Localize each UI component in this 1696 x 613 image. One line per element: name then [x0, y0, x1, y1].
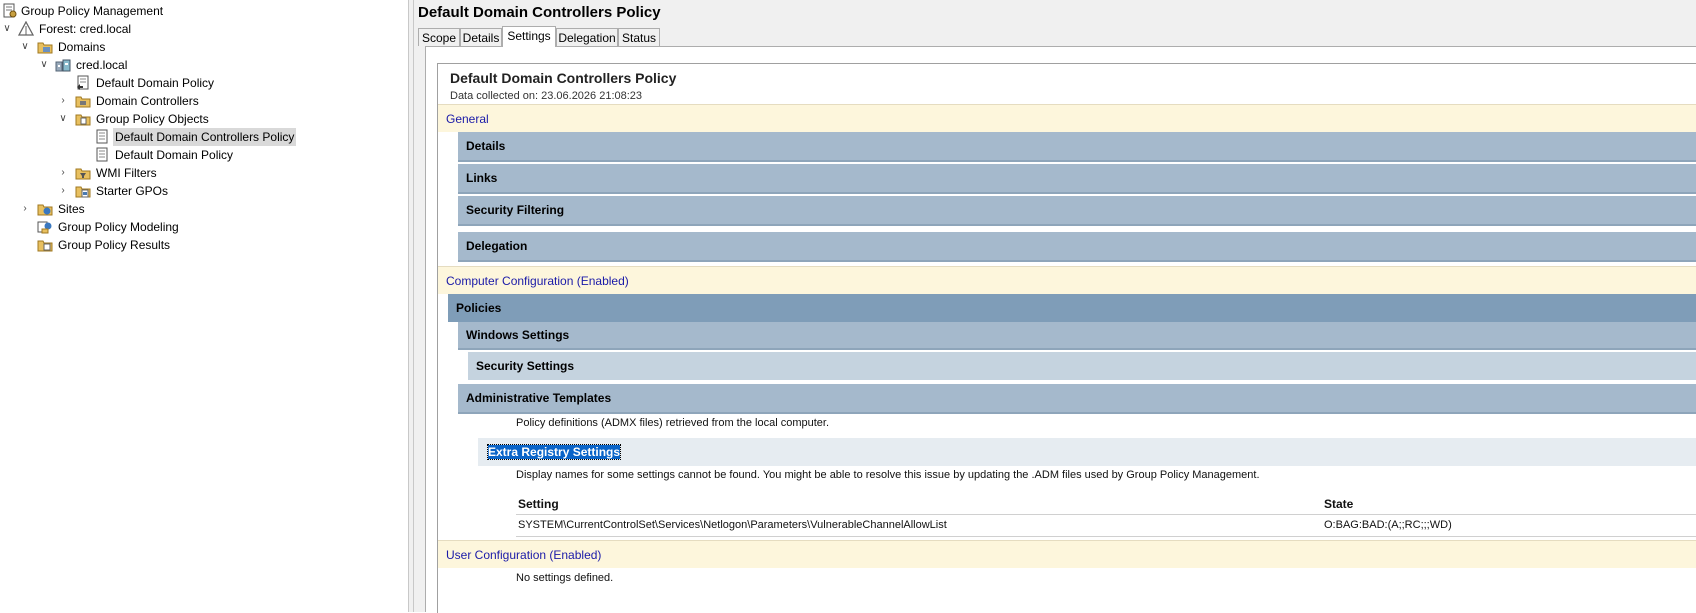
section-security-filtering[interactable]: Security Filtering	[458, 196, 1696, 226]
tree-label: Group Policy Objects	[96, 112, 209, 126]
section-links[interactable]: Links	[458, 164, 1696, 194]
wmi-folder-icon	[75, 168, 91, 180]
table-header-state: State	[1324, 497, 1354, 511]
tree-item-domain-controllers[interactable]: › Domain Controllers	[0, 92, 201, 110]
modeling-icon	[37, 221, 52, 234]
tree-label: WMI Filters	[96, 166, 157, 180]
tree-label: Group Policy Results	[58, 238, 171, 252]
forest-icon	[18, 21, 34, 36]
tab-settings[interactable]: Settings	[502, 26, 556, 47]
console-tree: Group Policy Management ∨ Forest: cred.l…	[0, 0, 408, 612]
domains-folder-icon	[37, 42, 53, 54]
tree-item-domain-cred-local[interactable]: ∨ cred.local	[0, 56, 129, 74]
tree-item-wmi-filters[interactable]: › WMI Filters	[0, 164, 159, 182]
gpo-icon	[96, 129, 108, 144]
table-cell-setting: SYSTEM\CurrentControlSet\Services\Netlog…	[518, 519, 947, 531]
tree-item-sites[interactable]: › Sites	[0, 200, 87, 218]
display-names-note: Display names for some settings cannot b…	[516, 469, 1260, 481]
tree-item-forest[interactable]: ∨ Forest: cred.local	[0, 20, 133, 38]
section-details[interactable]: Details	[458, 132, 1696, 162]
table-cell-state: O:BAG:BAD:(A;;RC;;;WD)	[1324, 519, 1452, 531]
gpm-console-icon	[3, 3, 17, 18]
tree-label: Group Policy Management	[21, 4, 164, 18]
admx-note: Policy definitions (ADMX files) retrieve…	[516, 417, 830, 429]
tree-item-gpm-root[interactable]: Group Policy Management	[0, 2, 165, 20]
chevron-right-icon[interactable]: ›	[58, 182, 68, 200]
section-label: Extra Registry Settings	[486, 444, 622, 460]
tree-item-starter-gpos[interactable]: › Starter GPOs	[0, 182, 170, 200]
settings-report: Default Domain Controllers Policy Data c…	[437, 63, 1696, 613]
tree-label: Group Policy Modeling	[58, 220, 179, 234]
tab-status[interactable]: Status	[618, 28, 660, 46]
tree-label: Default Domain Policy	[96, 76, 215, 90]
gpo-icon	[96, 147, 108, 162]
section-label: Policies	[456, 301, 502, 315]
section-label: Security Filtering	[466, 203, 565, 217]
gpo-folder-icon	[75, 114, 91, 126]
starter-gpo-folder-icon	[75, 186, 91, 198]
chevron-down-icon[interactable]: ∨	[58, 110, 68, 128]
section-label: Links	[466, 171, 498, 185]
section-user-configuration[interactable]: User Configuration (Enabled)	[438, 540, 1696, 568]
section-delegation[interactable]: Delegation	[458, 232, 1696, 262]
report-title: Default Domain Controllers Policy	[450, 70, 677, 86]
no-settings-note: No settings defined.	[516, 572, 614, 584]
tree-label: Default Domain Policy	[115, 148, 234, 162]
results-icon	[37, 240, 53, 252]
section-windows-settings[interactable]: Windows Settings	[458, 322, 1696, 350]
section-label: General	[446, 111, 489, 126]
section-label: Details	[466, 139, 506, 153]
ou-folder-icon	[75, 96, 91, 108]
chevron-down-icon[interactable]: ∨	[20, 38, 30, 56]
table-divider	[516, 514, 1696, 515]
chevron-down-icon[interactable]: ∨	[2, 20, 12, 38]
pane-title: Default Domain Controllers Policy	[418, 4, 661, 21]
tree-item-domains[interactable]: ∨ Domains	[0, 38, 107, 56]
sites-folder-icon	[37, 204, 53, 216]
chevron-right-icon[interactable]: ›	[58, 164, 68, 182]
tree-label: Domain Controllers	[96, 94, 199, 108]
tab-scope[interactable]: Scope	[418, 28, 460, 46]
tree-label: Domains	[58, 40, 106, 54]
table-header-setting: Setting	[518, 497, 559, 511]
chevron-down-icon[interactable]: ∨	[39, 56, 49, 74]
gpo-link-icon	[77, 75, 89, 90]
section-policies[interactable]: Policies	[448, 294, 1696, 322]
selected-text: Extra Registry Settings	[486, 444, 622, 460]
tree-label: Forest: cred.local	[39, 22, 132, 36]
settings-report-frame: Default Domain Controllers Policy Data c…	[425, 46, 1696, 613]
section-computer-configuration[interactable]: Computer Configuration (Enabled)	[438, 266, 1696, 294]
chevron-right-icon[interactable]: ›	[20, 200, 30, 218]
table-divider	[516, 536, 1696, 537]
tree-label: Starter GPOs	[96, 184, 169, 198]
details-pane: Default Domain Controllers Policy Scope …	[414, 0, 1696, 613]
tree-item-gpo-default-domain-policy[interactable]: Default Domain Policy	[0, 146, 235, 164]
tab-delegation[interactable]: Delegation	[556, 28, 618, 46]
section-security-settings[interactable]: Security Settings	[468, 352, 1696, 380]
section-extra-registry-settings[interactable]: Extra Registry Settings	[478, 438, 1696, 466]
tree-item-gpo-default-domain-controllers-policy[interactable]: Default Domain Controllers Policy	[0, 128, 297, 146]
tree-item-gp-results[interactable]: Group Policy Results	[0, 236, 172, 254]
section-administrative-templates[interactable]: Administrative Templates	[458, 384, 1696, 414]
chevron-right-icon[interactable]: ›	[58, 92, 68, 110]
tree-item-gp-modeling[interactable]: Group Policy Modeling	[0, 218, 181, 236]
section-general[interactable]: General	[438, 104, 1696, 132]
section-label: Security Settings	[476, 359, 575, 373]
tree-label: Default Domain Controllers Policy	[113, 128, 297, 146]
tree-item-default-domain-policy-link[interactable]: Default Domain Policy	[0, 74, 216, 92]
domain-icon	[55, 59, 71, 72]
tree-item-gpo-container[interactable]: ∨ Group Policy Objects	[0, 110, 211, 128]
section-label: Administrative Templates	[466, 391, 612, 405]
section-label: Computer Configuration (Enabled)	[446, 273, 629, 288]
tree-label: Sites	[58, 202, 85, 216]
section-label: User Configuration (Enabled)	[446, 547, 602, 562]
tab-details[interactable]: Details	[460, 28, 502, 46]
section-label: Delegation	[466, 239, 528, 253]
report-collected-date: Data collected on: 23.06.2026 21:08:23	[450, 90, 643, 102]
section-label: Windows Settings	[466, 328, 570, 342]
tree-label: cred.local	[76, 58, 128, 72]
